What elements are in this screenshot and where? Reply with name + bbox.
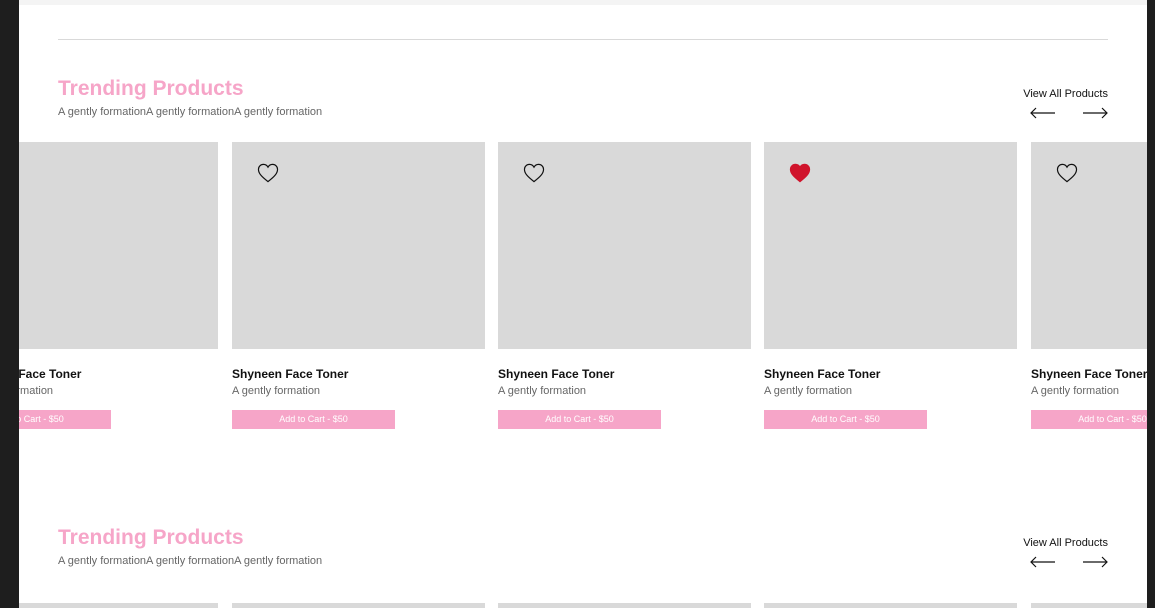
product-image [1031, 603, 1147, 608]
add-to-cart-button[interactable]: Add to Cart - $50 [232, 410, 395, 429]
product-image [1031, 142, 1147, 349]
arrow-left-icon[interactable] [1030, 556, 1056, 568]
arrow-left-icon[interactable] [1030, 107, 1056, 119]
product-name: Shyneen Face Toner [232, 367, 349, 381]
arrow-right-icon[interactable] [1082, 107, 1108, 119]
product-name: Shyneen Face Toner [19, 367, 82, 381]
section-title: Trending Products [58, 77, 244, 100]
heart-outline-icon[interactable] [523, 163, 545, 183]
product-name: Shyneen Face Toner [1031, 367, 1147, 381]
product-carousel [19, 603, 1147, 608]
section-subtitle: A gently formationA gently formationA ge… [58, 106, 323, 118]
product-image [232, 603, 485, 608]
view-all-products-link[interactable]: View All Products [1023, 87, 1108, 101]
section-subtitle: A gently formationA gently formationA ge… [58, 555, 323, 567]
product-description: A gently formation [498, 385, 587, 397]
section-divider [58, 39, 1108, 40]
product-description: A gently formation [764, 385, 853, 397]
product-image [19, 142, 218, 349]
product-carousel: Shyneen Face Toner A gently formation Ad… [19, 142, 1147, 442]
view-all-products-link[interactable]: View All Products [1023, 536, 1108, 550]
add-to-cart-button[interactable]: Add to Cart - $50 [1031, 410, 1147, 429]
arrow-right-icon[interactable] [1082, 556, 1108, 568]
heart-outline-icon[interactable] [257, 163, 279, 183]
product-description: A gently formation [1031, 385, 1120, 397]
section-title: Trending Products [58, 526, 244, 549]
page-frame: Trending Products A gently formationA ge… [19, 0, 1147, 608]
trending-section: Trending Products A gently formationA ge… [19, 76, 1147, 429]
trending-section: Trending Products A gently formationA ge… [19, 525, 1147, 605]
heart-outline-icon[interactable] [1056, 163, 1078, 183]
heart-filled-icon[interactable] [789, 163, 811, 183]
top-strip [19, 0, 1147, 5]
product-name: Shyneen Face Toner [764, 367, 881, 381]
product-image [19, 603, 218, 608]
product-image [764, 603, 1017, 608]
add-to-cart-button[interactable]: Add to Cart - $50 [764, 410, 927, 429]
add-to-cart-button[interactable]: Add to Cart - $50 [498, 410, 661, 429]
product-description: A gently formation [19, 385, 54, 397]
product-image [498, 603, 751, 608]
product-name: Shyneen Face Toner [498, 367, 615, 381]
add-to-cart-button[interactable]: Add to Cart - $50 [19, 410, 111, 429]
product-description: A gently formation [232, 385, 321, 397]
